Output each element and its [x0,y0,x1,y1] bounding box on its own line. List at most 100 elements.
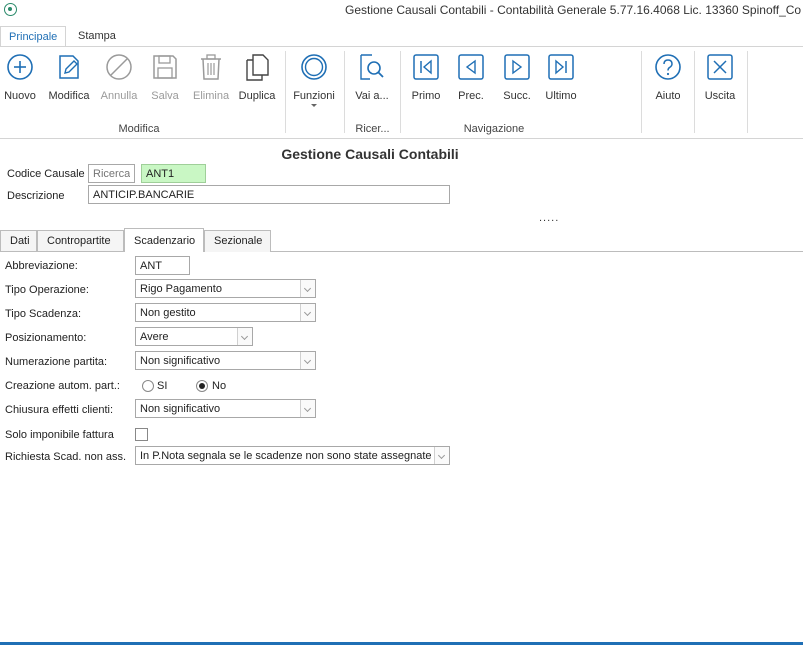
edit-document-icon [59,55,79,79]
ultimo-label: Ultimo [545,90,577,102]
first-record-icon [413,54,439,80]
salva-label: Salva [151,90,179,102]
chevron-down-icon[interactable] [300,280,315,297]
window-title: Gestione Causali Contabili - Contabilità… [345,3,802,17]
codice-causale-field[interactable]: ANT1 [141,164,206,183]
functions-circle-icon [301,54,327,80]
duplicate-icon [246,54,269,81]
prec-label: Prec. [458,90,484,102]
chevron-down-icon[interactable] [434,447,449,464]
tab-stampa[interactable]: Stampa [70,26,124,47]
ricerca-input[interactable] [88,164,135,183]
tipo-operazione-select[interactable]: Rigo Pagamento [135,279,316,298]
tipo-operazione-label: Tipo Operazione: [5,284,89,296]
richiesta-scad-value: In P.Nota segnala se le scadenze non son… [140,450,432,462]
tabs-baseline [0,251,124,252]
chevron-down-icon[interactable] [300,352,315,369]
descrizione-field[interactable]: ANTICIP.BANCARIE [88,185,450,204]
tab-dati[interactable]: Dati [0,230,37,252]
creazione-no-radio[interactable] [196,380,208,392]
help-circle-icon [655,54,681,80]
vai-a-label: Vai a... [355,90,389,102]
uscita-button[interactable]: Uscita [704,53,736,105]
vai-a-button[interactable]: Vai a... [353,53,391,105]
tab-principale[interactable]: Principale [0,26,66,47]
previous-record-icon [458,54,484,80]
group-label-modifica: Modifica [118,123,160,135]
ribbon: Nuovo Modifica Annulla Salva Elimina Dup… [0,47,803,139]
tab-contropartite[interactable]: Contropartite [37,230,124,252]
elimina-button[interactable]: Elimina [193,53,229,105]
app-logo-icon [4,3,17,16]
chiusura-effetti-label: Chiusura effetti clienti: [5,404,114,416]
numerazione-partita-label: Numerazione partita: [5,356,108,368]
succ-label: Succ. [503,90,531,102]
funzioni-dropdown-icon[interactable] [311,104,317,107]
richiesta-scad-label: Richiesta Scad. non ass. [5,451,127,463]
duplica-label: Duplica [238,90,276,102]
tab-sezionale[interactable]: Sezionale [204,230,271,252]
save-disk-icon [153,55,177,79]
chevron-down-icon[interactable] [237,328,252,345]
creazione-no-label: No [212,380,227,392]
richiesta-scad-select[interactable]: In P.Nota segnala se le scadenze non son… [135,446,450,465]
search-document-icon [360,54,384,80]
creazione-si-radio[interactable] [142,380,154,392]
ribbon-group-separator [641,51,642,133]
salva-button[interactable]: Salva [150,53,180,105]
ribbon-group-separator [344,51,345,133]
numerazione-partita-value: Non significativo [140,355,221,367]
posizionamento-select[interactable]: Avere [135,327,253,346]
funzioni-button[interactable]: Funzioni [293,53,335,105]
creazione-autom-label: Creazione autom. part.: [5,380,120,392]
abbreviazione-label: Abbreviazione: [5,260,78,272]
tab-scadenzario[interactable]: Scadenzario [124,228,204,252]
creazione-si-label: SI [157,380,168,392]
solo-imponibile-label: Solo imponibile fattura [5,429,114,441]
duplica-button[interactable]: Duplica [238,53,276,105]
abbreviazione-field[interactable]: ANT [135,256,190,275]
tipo-scadenza-value: Non gestito [140,307,196,319]
group-label-navigazione: Navigazione [463,123,525,135]
funzioni-label: Funzioni [293,90,335,102]
tipo-scadenza-select[interactable]: Non gestito [135,303,316,322]
last-record-icon [548,54,574,80]
ribbon-group-separator [285,51,286,133]
close-icon [707,54,733,80]
aiuto-label: Aiuto [655,90,681,102]
cancel-circle-icon [106,54,132,80]
ribbon-group-separator [694,51,695,133]
primo-button[interactable]: Primo [411,53,441,105]
ultimo-button[interactable]: Ultimo [545,53,577,105]
solo-imponibile-checkbox[interactable] [135,428,148,441]
nuovo-button[interactable]: Nuovo [4,53,36,105]
chevron-down-icon[interactable] [300,400,315,417]
trash-icon [201,54,221,80]
title-bar: Gestione Causali Contabili - Contabilità… [0,0,803,22]
chiusura-effetti-value: Non significativo [140,403,221,415]
more-dots[interactable]: ..... [539,212,559,224]
plus-circle-icon [7,54,33,80]
chevron-down-icon[interactable] [300,304,315,321]
prec-button[interactable]: Prec. [456,53,486,105]
annulla-label: Annulla [100,90,138,102]
nuovo-label: Nuovo [4,90,36,102]
group-label-ricerca: Ricer... [355,123,390,135]
posizionamento-label: Posizionamento: [5,332,87,344]
numerazione-partita-select[interactable]: Non significativo [135,351,316,370]
form-title: Gestione Causali Contabili [281,146,459,162]
uscita-label: Uscita [704,90,736,102]
descrizione-label: Descrizione [7,190,65,202]
modifica-label: Modifica [48,90,90,102]
aiuto-button[interactable]: Aiuto [653,53,683,105]
tipo-operazione-value: Rigo Pagamento [140,283,222,295]
modifica-button[interactable]: Modifica [48,53,90,105]
annulla-button[interactable]: Annulla [100,53,138,105]
succ-button[interactable]: Succ. [502,53,532,105]
primo-label: Primo [411,90,441,102]
ribbon-group-separator [400,51,401,133]
elimina-label: Elimina [193,90,230,102]
chiusura-effetti-select[interactable]: Non significativo [135,399,316,418]
ribbon-tabs: Principale Stampa [0,26,803,47]
codice-causale-label: Codice Causale [7,168,85,180]
